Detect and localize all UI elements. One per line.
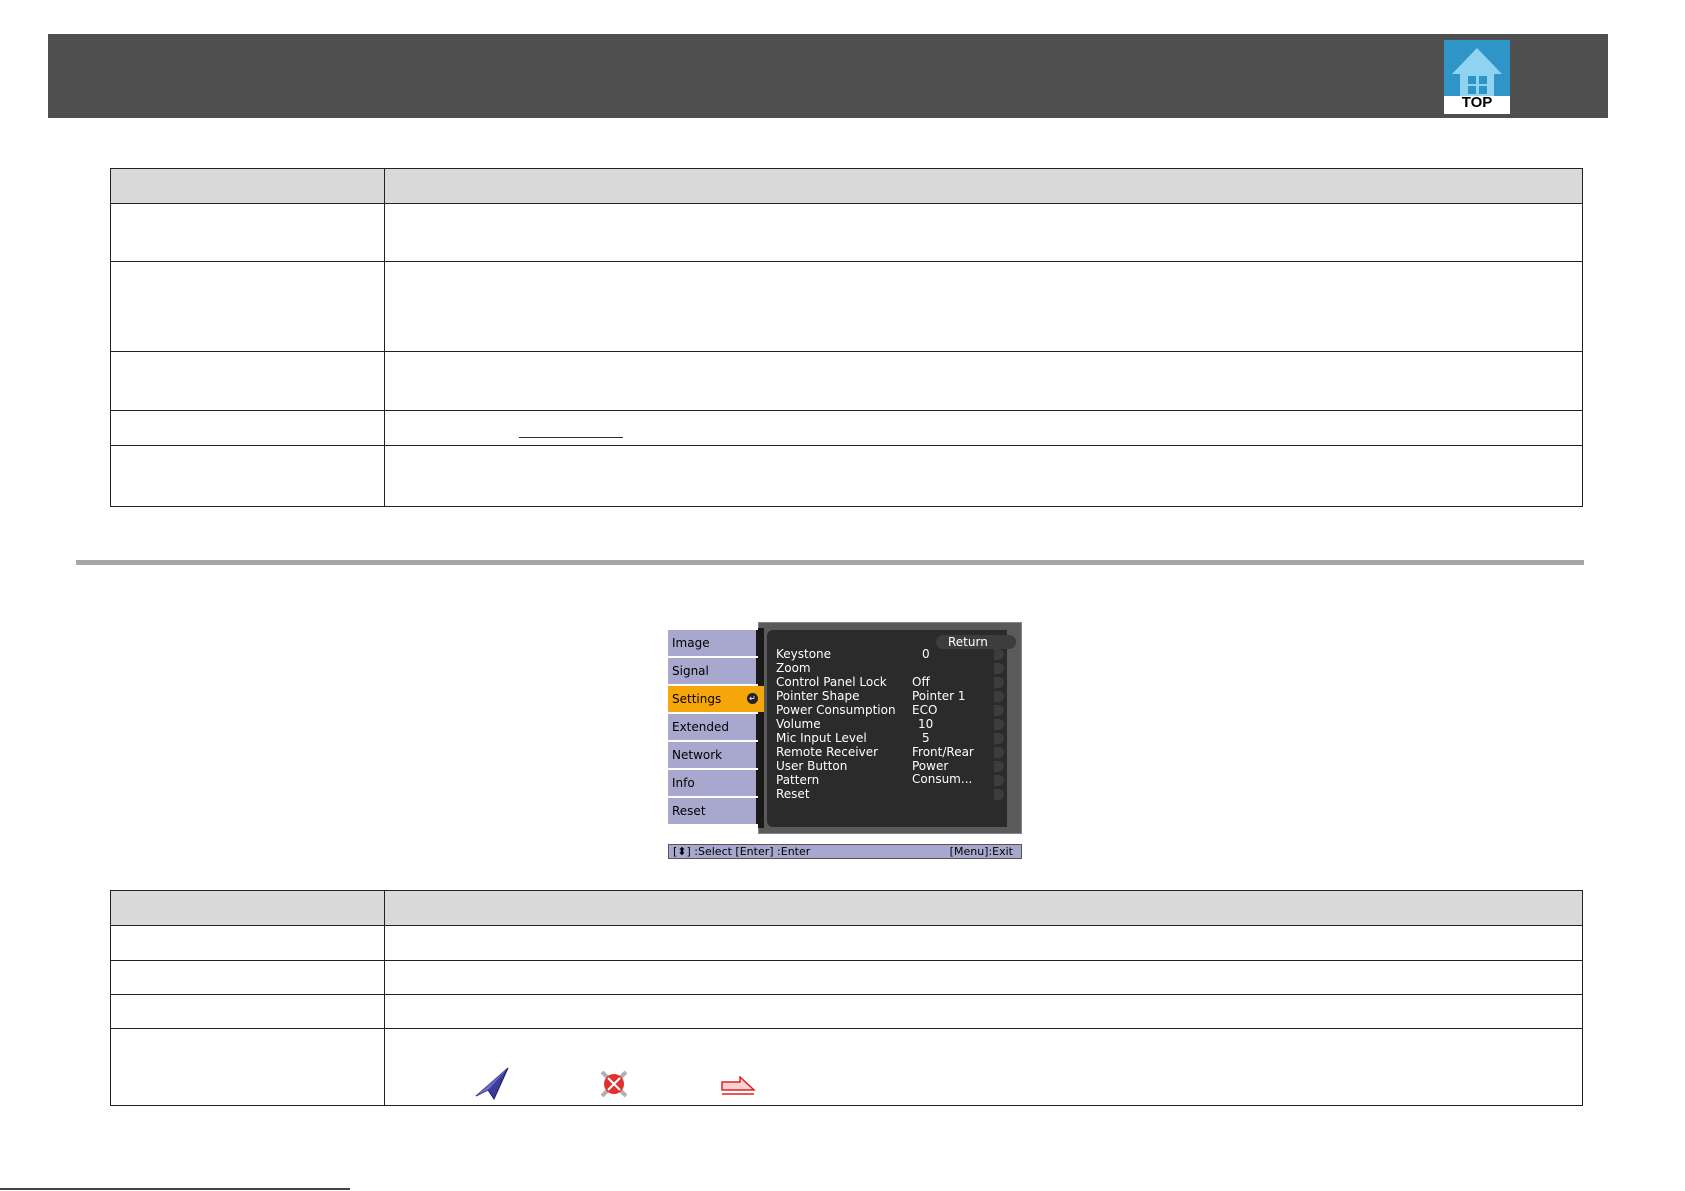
osd-row-zoom[interactable]: Zoom bbox=[772, 662, 1004, 675]
osd-row-keystone[interactable]: Keystone 0 bbox=[772, 648, 1004, 661]
osd-row-mic-input-level[interactable]: Mic Input Level 5 bbox=[772, 732, 1004, 745]
arrow-pointer-icon bbox=[475, 1067, 509, 1100]
row-label: Mic Input Level bbox=[776, 731, 867, 745]
table-cell bbox=[384, 351, 1583, 411]
osd-menu: Image Signal Settings ↵ Extended Network… bbox=[666, 622, 1022, 862]
table-row bbox=[110, 410, 1583, 446]
enter-icon: ↵ bbox=[747, 693, 758, 704]
row-label: Keystone bbox=[776, 647, 832, 661]
row-value: Off bbox=[912, 675, 930, 689]
row-value: Front/Rear bbox=[912, 745, 974, 759]
lower-table bbox=[110, 890, 1583, 1106]
table-row bbox=[110, 994, 1583, 1029]
header-cell bbox=[384, 890, 1583, 926]
osd-row-user-button[interactable]: User Button Power Consum... bbox=[772, 759, 1004, 786]
cross-pointer-icon bbox=[600, 1070, 628, 1098]
table-cell bbox=[384, 925, 1583, 961]
upper-table bbox=[110, 168, 1583, 507]
help-select-enter: [⬍] :Select [Enter] :Enter bbox=[673, 845, 811, 858]
row-value: 10 bbox=[918, 717, 934, 731]
osd-help-bar: [⬍] :Select [Enter] :Enter [Menu]:Exit bbox=[668, 844, 1022, 859]
table-row bbox=[110, 261, 1583, 352]
row-label: Power Consumption bbox=[776, 703, 896, 717]
row-label: Volume bbox=[776, 717, 821, 731]
top-label: TOP bbox=[1461, 94, 1493, 111]
table-cell bbox=[110, 351, 385, 411]
row-value: 0 bbox=[922, 647, 930, 661]
table-row bbox=[110, 445, 1583, 507]
row-value: Pointer 1 bbox=[912, 689, 966, 703]
table-cell bbox=[384, 445, 1583, 507]
link-underline[interactable] bbox=[519, 437, 623, 438]
table-cell bbox=[384, 960, 1583, 995]
table-cell bbox=[110, 410, 385, 446]
osd-row-volume[interactable]: Volume 10 bbox=[772, 718, 1004, 731]
table-cell bbox=[110, 960, 385, 995]
osd-row-pattern[interactable]: Pattern bbox=[772, 774, 1004, 787]
table-header-row bbox=[110, 168, 1583, 204]
tab-image[interactable]: Image bbox=[668, 630, 760, 656]
footer-rule bbox=[0, 1188, 350, 1190]
row-label: Remote Receiver bbox=[776, 745, 879, 759]
table-cell bbox=[110, 261, 385, 352]
tab-settings-label: Settings bbox=[672, 692, 722, 706]
table-cell bbox=[384, 1028, 1583, 1106]
table-row bbox=[110, 1028, 1583, 1106]
table-cell bbox=[110, 1028, 385, 1106]
table-row bbox=[110, 960, 1583, 995]
table-header-row bbox=[110, 890, 1583, 926]
osd-row-reset[interactable]: Reset bbox=[772, 788, 1004, 801]
table-cell bbox=[110, 925, 385, 961]
section-divider bbox=[76, 560, 1584, 565]
row-label: User Button bbox=[776, 759, 848, 773]
tab-info[interactable]: Info bbox=[668, 770, 760, 796]
row-label: Pointer Shape bbox=[776, 689, 860, 703]
table-cell bbox=[110, 203, 385, 262]
tab-settings[interactable]: Settings ↵ bbox=[668, 686, 764, 712]
table-row bbox=[110, 925, 1583, 961]
table-cell bbox=[384, 994, 1583, 1029]
row-label: Zoom bbox=[776, 661, 811, 675]
header-cell bbox=[110, 890, 385, 926]
table-row bbox=[110, 203, 1583, 262]
table-cell bbox=[384, 203, 1583, 262]
row-label: Pattern bbox=[776, 773, 820, 787]
tab-reset[interactable]: Reset bbox=[668, 798, 760, 824]
table-cell bbox=[110, 994, 385, 1029]
row-value: 5 bbox=[922, 731, 930, 745]
row-label: Control Panel Lock bbox=[776, 675, 887, 689]
table-cell bbox=[110, 445, 385, 507]
table-row bbox=[110, 351, 1583, 411]
header-cell bbox=[384, 168, 1583, 204]
tab-extended[interactable]: Extended bbox=[668, 714, 760, 740]
row-label: Reset bbox=[776, 787, 810, 801]
help-exit: [Menu]:Exit bbox=[949, 845, 1013, 858]
osd-row-remote-receiver[interactable]: Remote Receiver Front/Rear bbox=[772, 746, 1004, 759]
return-button[interactable]: Return bbox=[936, 635, 1016, 649]
osd-row-pointer-shape[interactable]: Pointer Shape Pointer 1 bbox=[772, 690, 1004, 703]
osd-row-power-consumption[interactable]: Power Consumption ECO bbox=[772, 704, 1004, 717]
row-value: ECO bbox=[912, 703, 938, 717]
table-cell bbox=[384, 261, 1583, 352]
header-cell bbox=[110, 168, 385, 204]
table-cell bbox=[384, 410, 1583, 446]
hand-pointer-icon bbox=[721, 1076, 756, 1095]
tab-signal[interactable]: Signal bbox=[668, 658, 760, 684]
top-button[interactable]: TOP bbox=[1444, 40, 1510, 114]
header-bar bbox=[48, 34, 1608, 118]
tab-network[interactable]: Network bbox=[668, 742, 760, 768]
osd-row-control-panel-lock[interactable]: Control Panel Lock Off bbox=[772, 676, 1004, 689]
